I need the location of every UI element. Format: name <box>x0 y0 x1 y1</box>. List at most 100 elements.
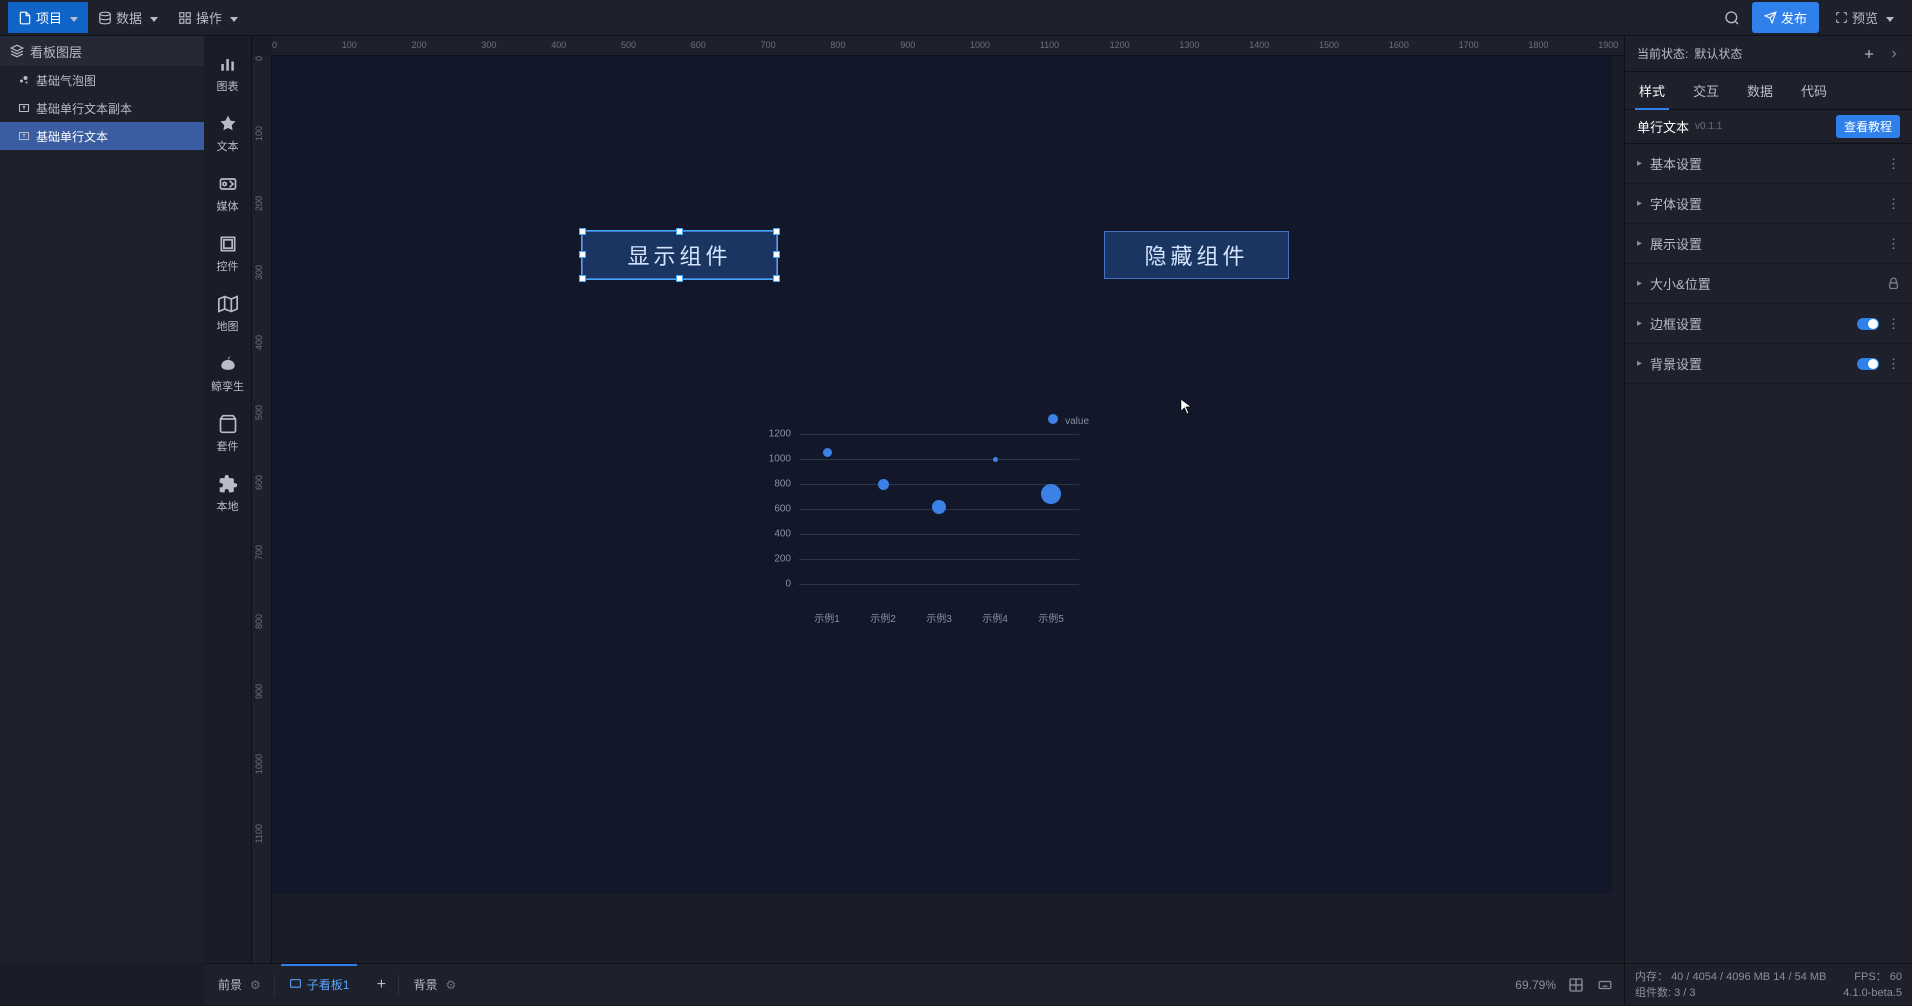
chevron-right-icon: ▸ <box>1637 358 1642 369</box>
resize-handle-w[interactable] <box>579 251 586 258</box>
more-icon[interactable]: ⋮ <box>1887 236 1900 252</box>
prop-group-label: 展示设置 <box>1650 234 1702 253</box>
publish-label: 发布 <box>1781 8 1807 27</box>
resize-handle-n[interactable] <box>676 228 683 235</box>
more-icon[interactable]: ⋮ <box>1887 316 1900 332</box>
layer-item-label: 基础单行文本 <box>36 128 108 145</box>
menu-operate-label: 操作 <box>196 8 222 27</box>
layer-item[interactable]: 基础单行文本 <box>0 122 204 150</box>
zoom-value: 69.79% <box>1515 978 1556 992</box>
keyboard-icon[interactable] <box>1596 978 1614 992</box>
layer-item[interactable]: 基础气泡图 <box>0 66 204 94</box>
board-icon <box>289 978 302 991</box>
widget-hide[interactable]: 隐藏组件 <box>1104 231 1289 279</box>
comp-category-label: 控件 <box>217 258 239 274</box>
resize-handle-s[interactable] <box>676 275 683 282</box>
prop-tab[interactable]: 代码 <box>1787 71 1841 110</box>
menu-operate[interactable]: 操作 <box>168 2 248 33</box>
menu-project[interactable]: 项目 <box>8 2 88 33</box>
legend-dot-icon <box>1048 414 1058 424</box>
layer-item-label: 基础单行文本副本 <box>36 100 132 117</box>
more-icon[interactable]: ⋮ <box>1887 196 1900 212</box>
prop-group-label: 字体设置 <box>1650 194 1702 213</box>
comp-category-local[interactable]: 本地 <box>204 464 252 524</box>
more-icon[interactable]: ⋮ <box>1887 356 1900 372</box>
prop-group[interactable]: ▸ 基本设置 ⋮ <box>1625 144 1912 184</box>
media-icon <box>218 174 238 194</box>
whale-icon <box>218 354 238 374</box>
layers-icon <box>10 44 24 58</box>
control-icon <box>218 234 238 254</box>
fps-value: 60 <box>1890 971 1902 983</box>
toggle-switch[interactable] <box>1857 358 1879 370</box>
add-state-button[interactable] <box>1862 47 1876 61</box>
prop-tab[interactable]: 数据 <box>1733 71 1787 110</box>
comp-category-label: 媒体 <box>217 198 239 214</box>
comp-category-control[interactable]: 控件 <box>204 224 252 284</box>
canvas[interactable]: 显示组件 隐藏组件 va <box>272 56 1612 894</box>
prop-group[interactable]: ▸边框设置⋮ <box>1625 304 1912 344</box>
prop-group[interactable]: ▸大小&位置 <box>1625 264 1912 304</box>
layers-panel: 看板图层 基础气泡图基础单行文本副本基础单行文本 <box>0 36 204 963</box>
prop-tab[interactable]: 交互 <box>1679 71 1733 110</box>
menu-data[interactable]: 数据 <box>88 2 168 33</box>
prop-group[interactable]: ▸展示设置⋮ <box>1625 224 1912 264</box>
comp-category-suite[interactable]: 套件 <box>204 404 252 464</box>
lock-icon[interactable] <box>1887 277 1900 290</box>
memory-value: 40 / 4054 / 4096 MB 14 / 54 MB <box>1671 971 1826 983</box>
canvas-viewport[interactable]: 显示组件 隐藏组件 va <box>272 56 1624 963</box>
chevron-right-icon: ▸ <box>1637 198 1642 209</box>
chart-icon <box>218 54 238 74</box>
comp-count-label: 组件数: <box>1635 987 1674 999</box>
more-icon[interactable]: ⋮ <box>1887 156 1900 172</box>
chevron-right-icon: ▸ <box>1637 278 1642 289</box>
resize-handle-nw[interactable] <box>579 228 586 235</box>
ruler-horizontal: 0100200300400500600700800900100011001200… <box>272 36 1624 56</box>
add-tab-button[interactable]: + <box>363 964 399 1006</box>
comp-category-map[interactable]: 地图 <box>204 284 252 344</box>
prop-group-label: 基本设置 <box>1650 154 1702 173</box>
resize-handle-ne[interactable] <box>773 228 780 235</box>
memory-label: 内存： <box>1635 971 1668 983</box>
gear-icon[interactable]: ⚙ <box>250 978 261 992</box>
bottom-tab-bar: 前景 ⚙ 子看板1 + 背景 ⚙ 69.79% <box>204 963 1624 1005</box>
tab-background-label: 背景 <box>413 976 437 993</box>
prop-group[interactable]: ▸ 背景设置 ⋮ <box>1625 344 1912 384</box>
comp-category-text[interactable]: 文本 <box>204 104 252 164</box>
bubble-point <box>1041 484 1061 504</box>
layer-item[interactable]: 基础单行文本副本 <box>0 94 204 122</box>
version-label: 4.1.0-beta.5 <box>1843 985 1902 1001</box>
prop-group-label: 背景设置 <box>1650 354 1702 373</box>
resize-handle-se[interactable] <box>773 275 780 282</box>
comp-category-whale[interactable]: 鲸孪生 <box>204 344 252 404</box>
component-toolbar: 图表文本媒体控件地图鲸孪生套件本地 <box>204 36 252 963</box>
layer-item-label: 基础气泡图 <box>36 72 96 89</box>
bubble-point <box>993 457 998 462</box>
toggle-switch[interactable] <box>1857 318 1879 330</box>
resize-handle-e[interactable] <box>773 251 780 258</box>
preview-button[interactable]: 预览 <box>1825 2 1904 33</box>
comp-category-label: 鲸孪生 <box>211 378 244 394</box>
component-version: v0.1.1 <box>1695 121 1722 132</box>
map-icon <box>218 294 238 314</box>
gear-icon[interactable]: ⚙ <box>445 978 456 992</box>
comp-category-chart[interactable]: 图表 <box>204 44 252 104</box>
widget-show[interactable]: 显示组件 <box>582 231 777 279</box>
search-icon[interactable] <box>1724 10 1740 26</box>
chevron-right-icon: ▸ <box>1637 158 1642 169</box>
chevron-right-icon[interactable] <box>1888 48 1900 60</box>
tab-subboard[interactable]: 子看板1 <box>275 964 364 1006</box>
tutorial-button[interactable]: 查看教程 <box>1836 115 1900 138</box>
bubble-chart[interactable]: value 020040060080010001200示例1示例2示例3示例4示… <box>779 414 1089 634</box>
fps-label: FPS： <box>1854 971 1886 983</box>
publish-button[interactable]: 发布 <box>1752 2 1819 33</box>
tab-background[interactable]: 背景 ⚙ <box>399 964 470 1006</box>
prop-group[interactable]: ▸ 字体设置 ⋮ <box>1625 184 1912 224</box>
comp-category-media[interactable]: 媒体 <box>204 164 252 224</box>
comp-category-label: 地图 <box>217 318 239 334</box>
prop-tab[interactable]: 样式 <box>1625 71 1679 110</box>
fit-screen-icon[interactable] <box>1568 977 1584 993</box>
tab-foreground[interactable]: 前景 ⚙ <box>204 964 275 1006</box>
suite-icon <box>218 414 238 434</box>
resize-handle-sw[interactable] <box>579 275 586 282</box>
